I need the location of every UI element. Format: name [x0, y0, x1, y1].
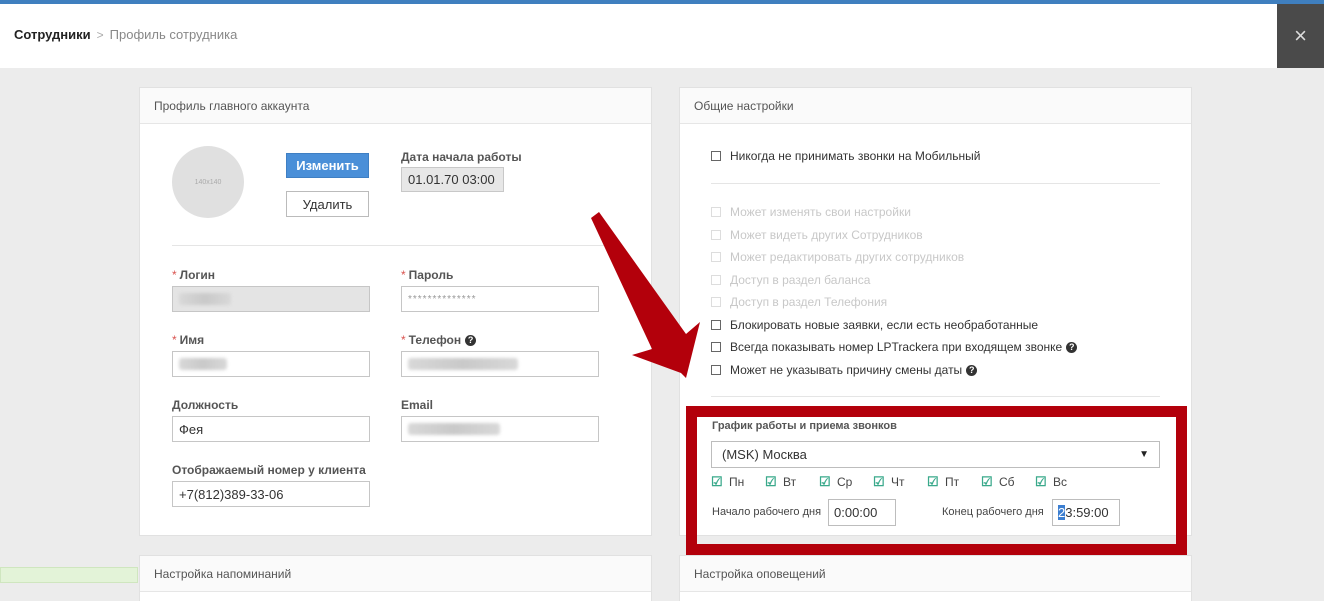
notification-bar	[0, 567, 138, 583]
reminders-panel-title: Настройка напоминаний	[140, 556, 651, 592]
profile-panel-title: Профиль главного аккаунта	[140, 88, 651, 124]
login-field	[172, 286, 370, 312]
checkbox	[711, 297, 721, 307]
annotation-highlight-box	[686, 406, 1187, 555]
position-label: Должность	[172, 398, 239, 412]
option-show-lptracker-number[interactable]: Всегда показывать номер LPTrackera при в…	[711, 340, 1078, 354]
name-label: * Имя	[172, 333, 205, 347]
delete-avatar-button[interactable]: Удалить	[286, 191, 369, 217]
display-number-label: Отображаемый номер у клиента	[172, 463, 366, 477]
page-header: Сотрудники > Профиль сотрудника	[0, 4, 1324, 68]
checkbox	[711, 342, 721, 352]
option-edit-own-settings: Может изменять свои настройки	[711, 205, 911, 219]
settings-divider	[711, 396, 1160, 397]
display-number-field[interactable]: +7(812)389-33-06	[172, 481, 370, 507]
checkbox	[711, 252, 721, 262]
password-field[interactable]: **************	[401, 286, 599, 312]
checkbox	[711, 151, 721, 161]
password-label: * Пароль	[401, 268, 454, 282]
checkbox	[711, 275, 721, 285]
login-label: * Логин	[172, 268, 216, 282]
breadcrumb: Сотрудники > Профиль сотрудника	[14, 27, 237, 42]
reminders-panel: Настройка напоминаний	[139, 555, 652, 601]
checkbox	[711, 365, 721, 375]
breadcrumb-current: Профиль сотрудника	[109, 27, 238, 42]
option-block-new-requests[interactable]: Блокировать новые заявки, если есть необ…	[711, 318, 1038, 332]
notifications-panel-title: Настройка оповещений	[680, 556, 1191, 592]
start-date-label: Дата начала работы	[401, 150, 522, 164]
option-telephony-access: Доступ в раздел Телефония	[711, 295, 887, 309]
checkbox	[711, 230, 721, 240]
notifications-panel: Настройка оповещений	[679, 555, 1192, 601]
close-icon[interactable]: ×	[1277, 4, 1324, 68]
help-icon: ?	[1066, 341, 1078, 353]
email-label: Email	[401, 398, 434, 412]
phone-label: * Телефон?	[401, 333, 477, 347]
checkbox	[711, 320, 721, 330]
change-avatar-button[interactable]: Изменить	[286, 153, 369, 178]
option-edit-employees: Может редактировать других сотрудников	[711, 250, 964, 264]
profile-panel: Профиль главного аккаунта 140x140 Измени…	[139, 87, 652, 536]
option-see-employees: Может видеть других Сотрудников	[711, 228, 923, 242]
profile-divider	[172, 245, 619, 246]
position-field[interactable]: Фея	[172, 416, 370, 442]
email-field[interactable]	[401, 416, 599, 442]
avatar: 140x140	[172, 146, 244, 218]
checkbox	[711, 207, 721, 217]
option-balance-access: Доступ в раздел баланса	[711, 273, 870, 287]
option-never-mobile[interactable]: Никогда не принимать звонки на Мобильный	[711, 149, 980, 163]
breadcrumb-employees-link[interactable]: Сотрудники	[14, 27, 91, 42]
help-icon: ?	[465, 335, 477, 347]
settings-panel-title: Общие настройки	[680, 88, 1191, 124]
help-icon: ?	[966, 364, 978, 376]
breadcrumb-separator: >	[96, 27, 104, 42]
start-date-value: 01.01.70 03:00	[401, 167, 504, 192]
settings-divider	[711, 183, 1160, 184]
option-skip-date-reason[interactable]: Может не указывать причину смены даты?	[711, 363, 978, 377]
phone-field[interactable]	[401, 351, 599, 377]
name-field[interactable]	[172, 351, 370, 377]
